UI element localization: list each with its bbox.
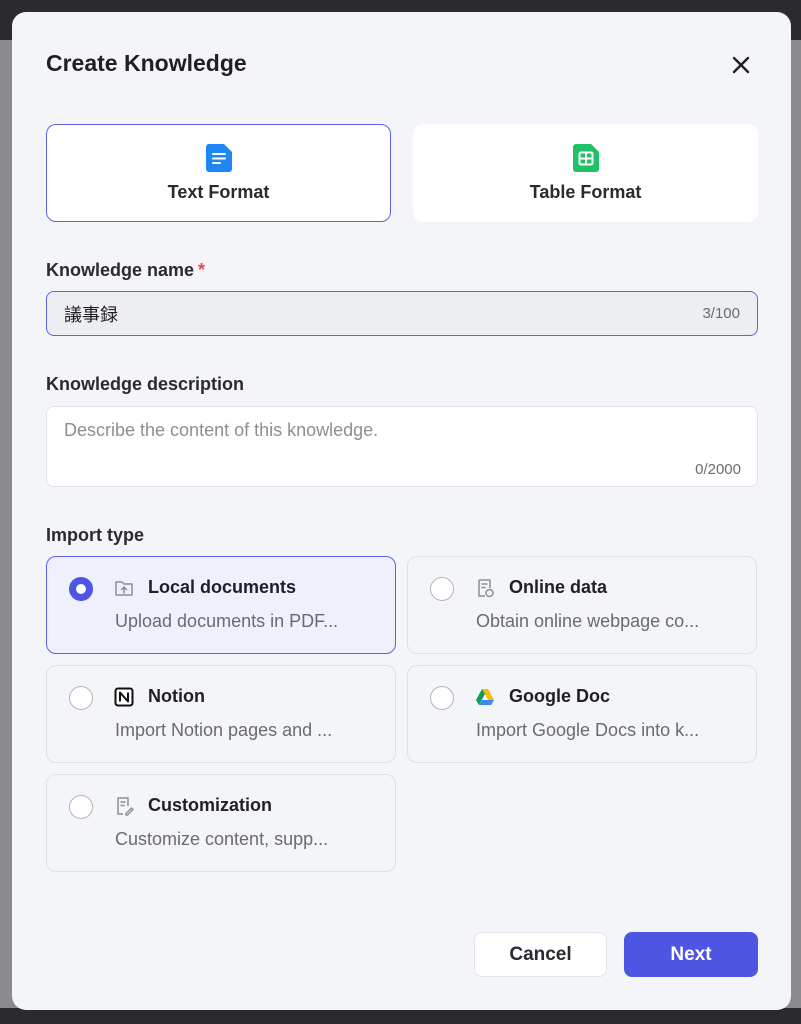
google-doc-title: Google Doc xyxy=(509,686,611,706)
online-data-description: Obtain online webpage co... xyxy=(476,611,700,631)
document-icon xyxy=(205,143,232,172)
knowledge-name-label: Knowledge name * xyxy=(46,260,205,281)
google-doc-description: Import Google Docs into k... xyxy=(476,720,700,740)
close-button[interactable] xyxy=(726,50,756,80)
dialog-title: Create Knowledge xyxy=(46,50,247,76)
radio-google-doc[interactable] xyxy=(430,686,454,710)
backdrop-bottom xyxy=(0,1008,801,1024)
text-format-label: Text Format xyxy=(167,181,270,202)
import-option-google-doc[interactable]: Google Doc Import Google Docs into k... xyxy=(407,665,757,763)
knowledge-description-input[interactable] xyxy=(64,420,724,460)
radio-customization[interactable] xyxy=(69,795,93,819)
online-data-title: Online data xyxy=(509,577,608,597)
notion-description: Import Notion pages and ... xyxy=(115,720,333,740)
import-option-customization[interactable]: Customization Customize content, supp... xyxy=(46,774,396,872)
text-format-option[interactable]: Text Format xyxy=(46,124,391,222)
notion-title: Notion xyxy=(148,686,205,706)
knowledge-description-field[interactable]: 0/2000 xyxy=(46,406,758,487)
radio-local-documents[interactable] xyxy=(69,577,93,601)
import-option-notion[interactable]: Notion Import Notion pages and ... xyxy=(46,665,396,763)
create-knowledge-dialog: Create Knowledge Text Format Table Forma… xyxy=(12,12,791,1010)
knowledge-name-label-text: Knowledge name xyxy=(46,260,195,280)
table-icon xyxy=(572,143,599,172)
customization-title: Customization xyxy=(148,795,272,815)
cancel-button[interactable]: Cancel xyxy=(474,932,607,977)
import-option-online-data[interactable]: Online data Obtain online webpage co... xyxy=(407,556,757,654)
table-format-option[interactable]: Table Format xyxy=(413,124,758,222)
local-documents-description: Upload documents in PDF... xyxy=(115,611,339,631)
google-drive-icon xyxy=(476,689,494,705)
next-button[interactable]: Next xyxy=(624,932,758,977)
folder-upload-icon xyxy=(115,581,133,596)
knowledge-description-counter: 0/2000 xyxy=(695,461,741,478)
close-icon xyxy=(732,56,750,74)
table-format-label: Table Format xyxy=(529,181,642,202)
edit-document-icon xyxy=(117,797,134,816)
knowledge-name-counter: 3/100 xyxy=(702,305,740,322)
web-document-icon xyxy=(478,579,494,598)
knowledge-description-label: Knowledge description xyxy=(46,374,245,394)
notion-icon xyxy=(114,687,134,707)
radio-online-data[interactable] xyxy=(430,577,454,601)
import-type-label: Import type xyxy=(46,525,145,545)
knowledge-name-field[interactable]: 3/100 xyxy=(46,291,758,336)
required-mark: * xyxy=(198,260,206,280)
radio-notion[interactable] xyxy=(69,686,93,710)
local-documents-title: Local documents xyxy=(148,577,297,597)
customization-description: Customize content, supp... xyxy=(115,829,329,849)
knowledge-name-input[interactable] xyxy=(64,303,703,324)
import-option-local-documents[interactable]: Local documents Upload documents in PDF.… xyxy=(46,556,396,654)
